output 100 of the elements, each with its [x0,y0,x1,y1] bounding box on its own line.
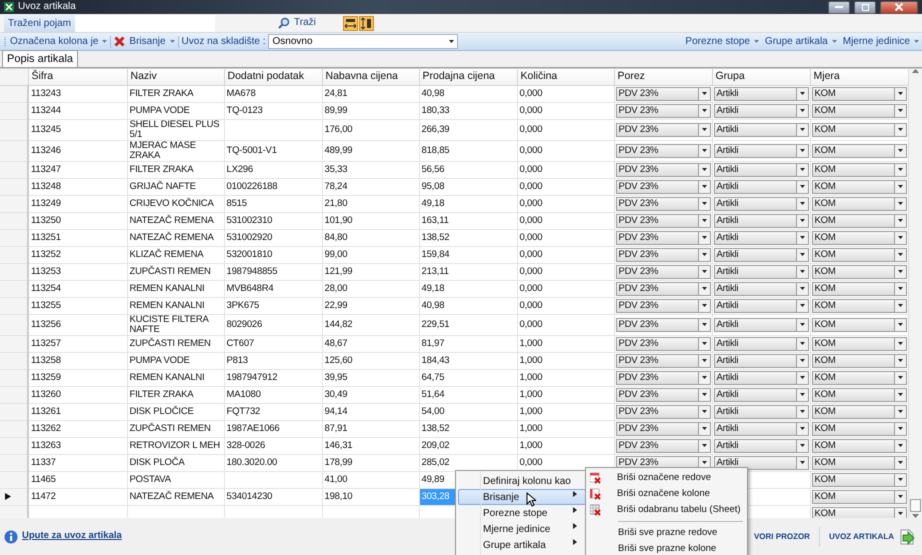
toolbar-menu[interactable]: Grupe artikala [762,34,840,50]
cell-dropdown[interactable]: PDV 23% [616,86,710,101]
cell-dropdown[interactable]: PDV 23% [616,318,710,332]
cell-dropdown[interactable]: PDV 23% [616,404,710,419]
cell-dropdown[interactable]: KOM [812,230,906,245]
delete-menu[interactable]: Brisanje [111,34,178,50]
menu-item[interactable]: Brisanje [458,489,586,505]
table-cell: REMEN KANALNI [127,369,224,386]
cell-dropdown[interactable]: KOM [812,144,906,158]
cell-dropdown[interactable]: KOM [812,248,906,262]
column-menu[interactable]: Označena kolona je [7,34,110,50]
cell-dropdown[interactable]: PDV 23% [616,264,710,279]
cell-dropdown[interactable]: KOM [812,86,906,101]
cell-dropdown[interactable]: Artikli [714,318,808,332]
menu-item[interactable]: Grupe artikala [458,537,586,553]
cell-dropdown[interactable]: PDV 23% [616,104,710,118]
column-header[interactable]: Nabavna cijena [322,69,419,86]
cell-dropdown[interactable]: KOM [812,404,906,419]
cell-dropdown[interactable]: KOM [812,104,906,118]
cell-dropdown[interactable]: PDV 23% [616,336,710,351]
cell-dropdown[interactable]: Artikli [714,422,808,436]
cell-dropdown[interactable]: KOM [812,214,906,228]
help-link[interactable]: Upute za uvoz artikala [22,529,122,544]
cell-dropdown[interactable]: PDV 23% [616,248,710,262]
table-cell: 0,000 [517,85,614,102]
cell-dropdown[interactable]: Artikli [714,388,808,402]
cell-dropdown[interactable]: PDV 23% [616,282,710,296]
toolbar-menu[interactable]: Mjerne jedinice [840,34,922,50]
menu-item[interactable]: Briši označene kolone [588,486,745,502]
cell-dropdown[interactable]: Artikli [714,86,808,101]
cell-dropdown[interactable]: Artikli [714,298,808,313]
cell-dropdown[interactable]: KOM [812,370,906,385]
column-header[interactable]: Količina [517,69,614,86]
cell-dropdown[interactable]: KOM [812,298,906,313]
tab[interactable]: Popis artikala [2,50,78,67]
cell-dropdown[interactable]: KOM [812,318,906,332]
cell-dropdown[interactable]: KOM [812,388,906,402]
cell-dropdown[interactable]: Artikli [714,354,808,368]
cell-dropdown[interactable]: Artikli [714,122,808,137]
cell-dropdown[interactable]: Artikli [714,180,808,194]
cell-dropdown[interactable]: Artikli [714,370,808,385]
menu-item[interactable]: Briši označene redove [588,470,745,486]
cell-dropdown[interactable]: PDV 23% [616,438,710,453]
cell-dropdown[interactable]: KOM [812,438,906,453]
column-header[interactable]: Grupa [712,69,810,86]
search-button[interactable]: Traži [275,15,335,31]
cell-dropdown[interactable]: KOM [812,472,906,487]
cell-dropdown[interactable]: PDV 23% [616,298,710,313]
cell-dropdown[interactable]: Artikli [714,144,808,158]
column-header[interactable]: Šifra [28,69,127,86]
import-button[interactable]: UVOZ ARTIKALA [828,528,916,544]
cell-dropdown[interactable]: PDV 23% [616,230,710,245]
cell-dropdown[interactable]: KOM [812,162,906,177]
cell-dropdown[interactable]: Artikli [714,336,808,351]
toolbar-menu[interactable]: Porezne stope [682,34,762,50]
column-header[interactable]: Naziv [127,69,224,86]
cell-dropdown[interactable]: PDV 23% [616,180,710,194]
cell-dropdown[interactable]: PDV 23% [616,144,710,158]
cell-dropdown[interactable]: Artikli [714,264,808,279]
menu-item[interactable]: Briši sve prazne redove [588,525,745,541]
cell-dropdown[interactable]: PDV 23% [616,422,710,436]
cell-dropdown[interactable]: Artikli [714,162,808,177]
cell-dropdown[interactable]: KOM [812,456,906,470]
cell-dropdown[interactable]: KOM [812,180,906,194]
cell-dropdown[interactable]: KOM [812,354,906,368]
cell-dropdown[interactable]: KOM [812,264,906,279]
column-header[interactable]: Dodatni podatak [224,69,322,86]
cell-dropdown[interactable]: Artikli [714,282,808,296]
cell-dropdown[interactable]: PDV 23% [616,162,710,177]
cell-dropdown[interactable]: PDV 23% [616,354,710,368]
cell-dropdown[interactable]: Artikli [714,104,808,118]
column-header[interactable]: Porez [614,69,712,86]
cell-dropdown[interactable]: Artikli [714,248,808,262]
menu-item[interactable]: Briši sve prazne kolone [588,541,745,555]
column-header[interactable]: Prodajna cijena [419,69,517,86]
cell-dropdown[interactable]: PDV 23% [616,388,710,402]
cell-dropdown[interactable]: KOM [812,282,906,296]
cell-dropdown[interactable]: PDV 23% [616,214,710,228]
cell-dropdown[interactable]: Artikli [714,438,808,453]
column-header[interactable]: Mjera [810,69,908,86]
cell-dropdown[interactable]: Artikli [714,230,808,245]
cell-dropdown[interactable]: Artikli [714,404,808,419]
window-button[interactable]: VORI PROZOR [754,530,810,542]
cell-dropdown[interactable]: Artikli [714,214,808,228]
menu-item[interactable]: Mjerne jedinice [458,521,586,537]
cell-dropdown[interactable]: Artikli [714,456,808,470]
cell-dropdown[interactable]: KOM [812,422,906,436]
cell-dropdown[interactable]: PDV 23% [616,122,710,137]
cell-dropdown[interactable]: KOM [812,122,906,137]
table-cell: 94,14 [322,403,419,420]
cell-dropdown[interactable]: PDV 23% [616,196,710,211]
cell-dropdown[interactable]: Artikli [714,196,808,211]
cell-dropdown[interactable]: PDV 23% [616,370,710,385]
cell-dropdown[interactable]: KOM [812,506,906,518]
menu-item[interactable]: Briši odabranu tabelu (Sheet) [588,502,745,518]
cell-dropdown[interactable]: KOM [812,336,906,351]
menu-item[interactable]: Porezne stope [458,505,586,521]
warehouse-select[interactable]: Osnovno [268,34,458,49]
cell-dropdown[interactable]: KOM [812,196,906,211]
cell-dropdown[interactable]: KOM [812,490,906,504]
